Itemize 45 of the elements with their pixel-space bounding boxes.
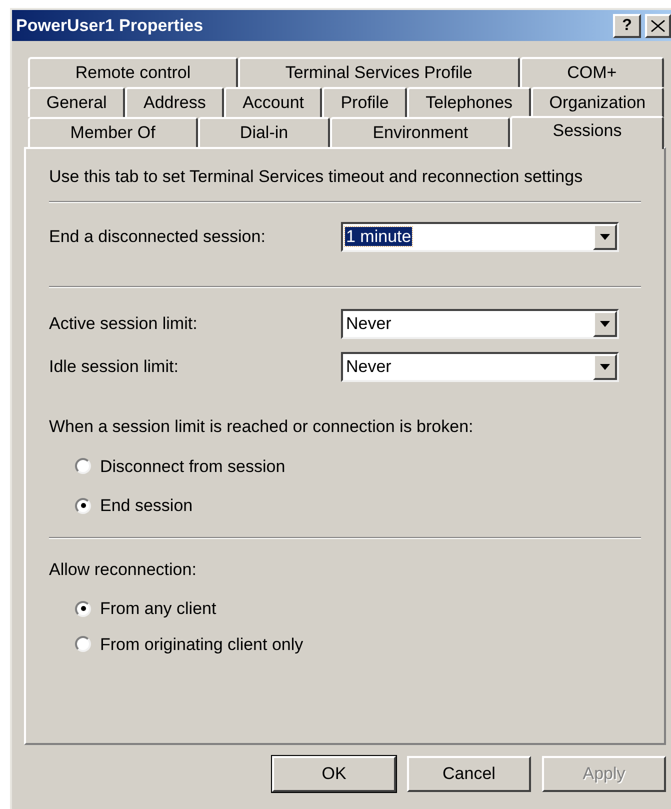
dropdown-field[interactable]: Never — [341, 309, 619, 339]
close-icon — [651, 20, 665, 32]
radio-option[interactable]: From originating client only — [75, 632, 641, 657]
tab[interactable]: Profile — [322, 87, 408, 117]
tab[interactable]: Address — [125, 87, 224, 117]
tab[interactable]: Member Of — [28, 117, 198, 147]
caret-icon — [600, 364, 610, 370]
window-title: PowerUser1 Properties — [16, 14, 204, 37]
tab[interactable]: Sessions — [510, 116, 664, 149]
radio-button[interactable] — [75, 458, 91, 474]
dialog-button[interactable]: Cancel — [407, 756, 531, 792]
radio-option[interactable]: Disconnect from session — [75, 454, 641, 479]
group-label: When a session limit is reached or connection is broken: — [49, 416, 474, 438]
dropdown-field[interactable]: 1 minute — [341, 222, 619, 252]
field-label: End a disconnected session: — [49, 226, 266, 248]
radio-option[interactable]: From any client — [75, 596, 641, 622]
dialog-button[interactable]: OK — [272, 756, 396, 792]
dropdown-value: 1 minute — [345, 226, 414, 248]
tab[interactable]: Account — [224, 87, 322, 117]
dropdown-field[interactable]: Never — [341, 352, 619, 382]
close-button[interactable] — [645, 14, 671, 38]
description-text: Use this tab to set Terminal Services timeout and reconnection settings — [49, 167, 584, 187]
dropdown-value: Never — [345, 313, 392, 335]
tab[interactable]: General — [28, 87, 126, 117]
tab[interactable]: Organization — [530, 87, 664, 117]
radio-button[interactable] — [75, 636, 91, 652]
tab[interactable]: Remote control — [28, 57, 238, 87]
caret-icon — [600, 234, 610, 240]
group-label: Allow reconnection: — [49, 558, 198, 580]
tab[interactable]: COM+ — [520, 57, 664, 87]
tab[interactable]: Dial-in — [198, 117, 330, 147]
radio-option[interactable]: End session — [75, 493, 641, 518]
dropdown-value: Never — [345, 356, 392, 378]
caret-icon — [600, 321, 610, 327]
tab[interactable]: Environment — [330, 117, 510, 147]
field-label: Active session limit: — [49, 313, 198, 336]
radio-button[interactable] — [75, 600, 91, 617]
tab[interactable]: Telephones — [407, 87, 531, 117]
radio-button[interactable] — [75, 498, 91, 514]
dropdown-arrow-button[interactable] — [593, 354, 617, 380]
dropdown-arrow-button[interactable] — [593, 224, 617, 250]
field-label: Idle session limit: — [49, 356, 180, 378]
dropdown-arrow-button[interactable] — [593, 311, 617, 337]
tab[interactable]: Terminal Services Profile — [238, 57, 520, 87]
help-button[interactable]: ? — [613, 14, 641, 38]
